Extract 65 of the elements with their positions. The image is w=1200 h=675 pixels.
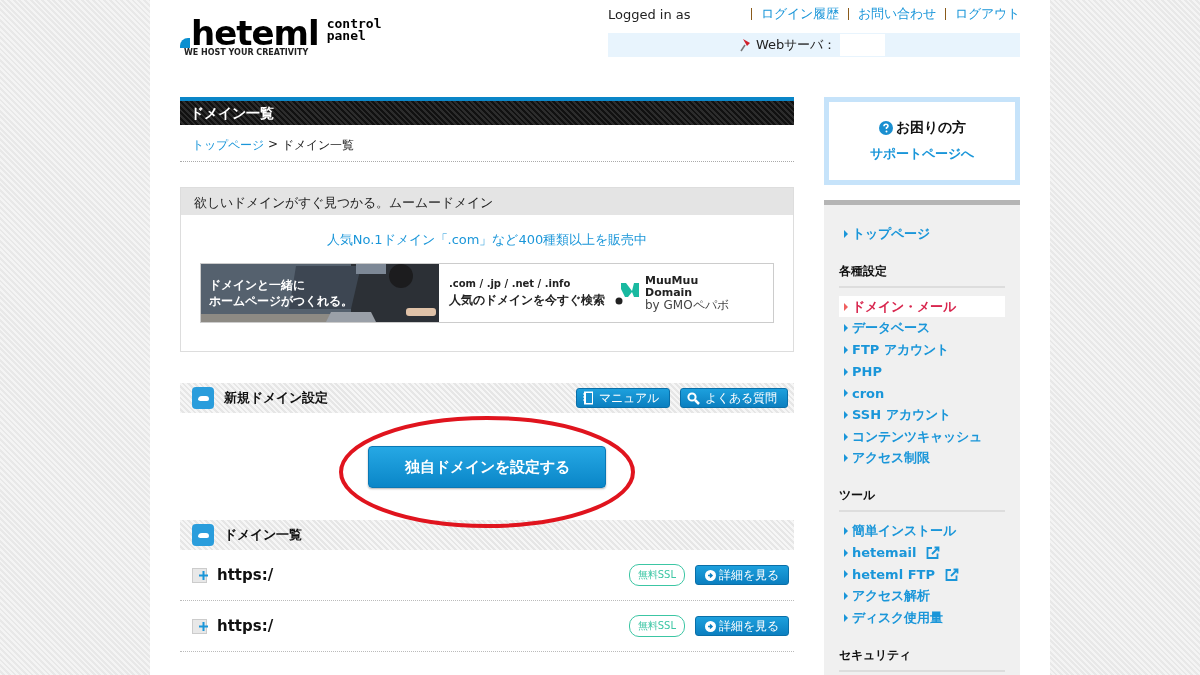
nav-item[interactable]: cron: [839, 382, 1005, 405]
help-icon: [878, 121, 893, 135]
nav-item[interactable]: hetemail: [839, 541, 1005, 564]
details-button[interactable]: 詳細を見る: [695, 616, 789, 636]
breadcrumb-link[interactable]: トップページ: [192, 137, 264, 154]
nav-heading: ツール: [839, 475, 1005, 513]
promo-title: 欲しいドメインがすぐ見つかる。ムームードメイン: [181, 188, 793, 215]
nav-item[interactable]: FTP アカウント: [839, 339, 1005, 361]
ssl-badge: 無料SSL: [628, 615, 685, 637]
nav-item[interactable]: アクセス解析: [839, 585, 1005, 607]
nav-item[interactable]: ドメイン・メール: [839, 295, 1005, 318]
page-title: ドメイン一覧: [180, 97, 794, 125]
logo-dot-icon: [180, 38, 190, 48]
help-title: お困りの方: [895, 119, 966, 137]
logo-subtitle: panel: [326, 30, 367, 42]
brand-logo-icon: [615, 281, 641, 305]
nav-item[interactable]: ディスク使用量: [839, 606, 1005, 629]
nav-heading: セキュリティ: [839, 634, 1005, 672]
nav-item[interactable]: コンテンツキャッシュ: [839, 425, 1005, 448]
faq-button[interactable]: よくある質問: [680, 388, 788, 408]
nav-item[interactable]: アクセス制限: [839, 447, 1005, 470]
plus-icon: [199, 570, 208, 580]
nav-item[interactable]: heteml FTP: [839, 563, 1005, 586]
logo-subtitle: control: [326, 18, 382, 30]
plus-icon: [199, 621, 208, 631]
nav-item[interactable]: PHP: [839, 360, 1005, 383]
search-icon: [687, 391, 700, 405]
nav-heading: 各種設定: [839, 250, 1005, 288]
pushpin-icon: [740, 38, 752, 52]
logo-wordmark: heteml: [191, 18, 319, 48]
section-title: ドメイン一覧: [224, 526, 303, 544]
nav-item[interactable]: データベース: [839, 317, 1005, 340]
book-icon: [583, 391, 594, 405]
banner-headline: ドメインと一緒に: [209, 277, 306, 293]
nav-item[interactable]: SSH アカウント: [839, 404, 1005, 426]
arrow-icon: [705, 620, 716, 632]
brand-name: Domain: [645, 286, 694, 299]
brand-maker: by GMOペパボ: [645, 298, 729, 312]
server-label: Webサーバ：: [756, 36, 837, 54]
header-link[interactable]: ログアウト: [955, 5, 1020, 23]
banner-headline: ホームページがつくれる。: [209, 293, 353, 309]
details-button[interactable]: 詳細を見る: [695, 565, 789, 585]
logo-tagline: WE HOST YOUR CREATIVITY: [184, 48, 310, 57]
promo-link[interactable]: 人気No.1ドメイン「.com」など400種類以上を販売中: [326, 232, 648, 247]
breadcrumb-separator: >: [268, 137, 279, 153]
support-link[interactable]: サポートページへ: [870, 145, 974, 163]
brand-name: MuuMuu: [645, 274, 700, 287]
nav-item[interactable]: 簡単インストール: [839, 520, 1005, 542]
banner-tagline: 人気のドメインを今すぐ検索: [449, 291, 605, 309]
header-link[interactable]: ログイン履歴: [761, 5, 840, 23]
nav-item[interactable]: トップページ: [839, 223, 1005, 245]
manual-button[interactable]: マニュアル: [576, 388, 670, 408]
set-domain-button[interactable]: 独自ドメインを設定する: [368, 446, 606, 488]
breadcrumb-current: ドメイン一覧: [282, 137, 355, 154]
ssl-badge: 無料SSL: [628, 564, 685, 586]
section-title: 新規ドメイン設定: [224, 389, 329, 407]
domain-url: https:/: [217, 566, 275, 584]
header-link[interactable]: お問い合わせ: [858, 5, 936, 23]
expand-button[interactable]: [192, 618, 207, 634]
domain-url: https:/: [217, 617, 275, 635]
expand-button[interactable]: [192, 567, 207, 583]
banner-tlds: .com / .jp / .net / .info: [449, 277, 572, 289]
ad-banner[interactable]: ドメインと一緒に ホームページがつくれる。 .com / .jp / .net / .info 人気のドメインを今すぐ検索 MuuMuu Domain by GMOペパボ: [200, 263, 774, 323]
logged-in-label: Logged in as: [608, 6, 692, 22]
arrow-icon: [705, 569, 716, 581]
